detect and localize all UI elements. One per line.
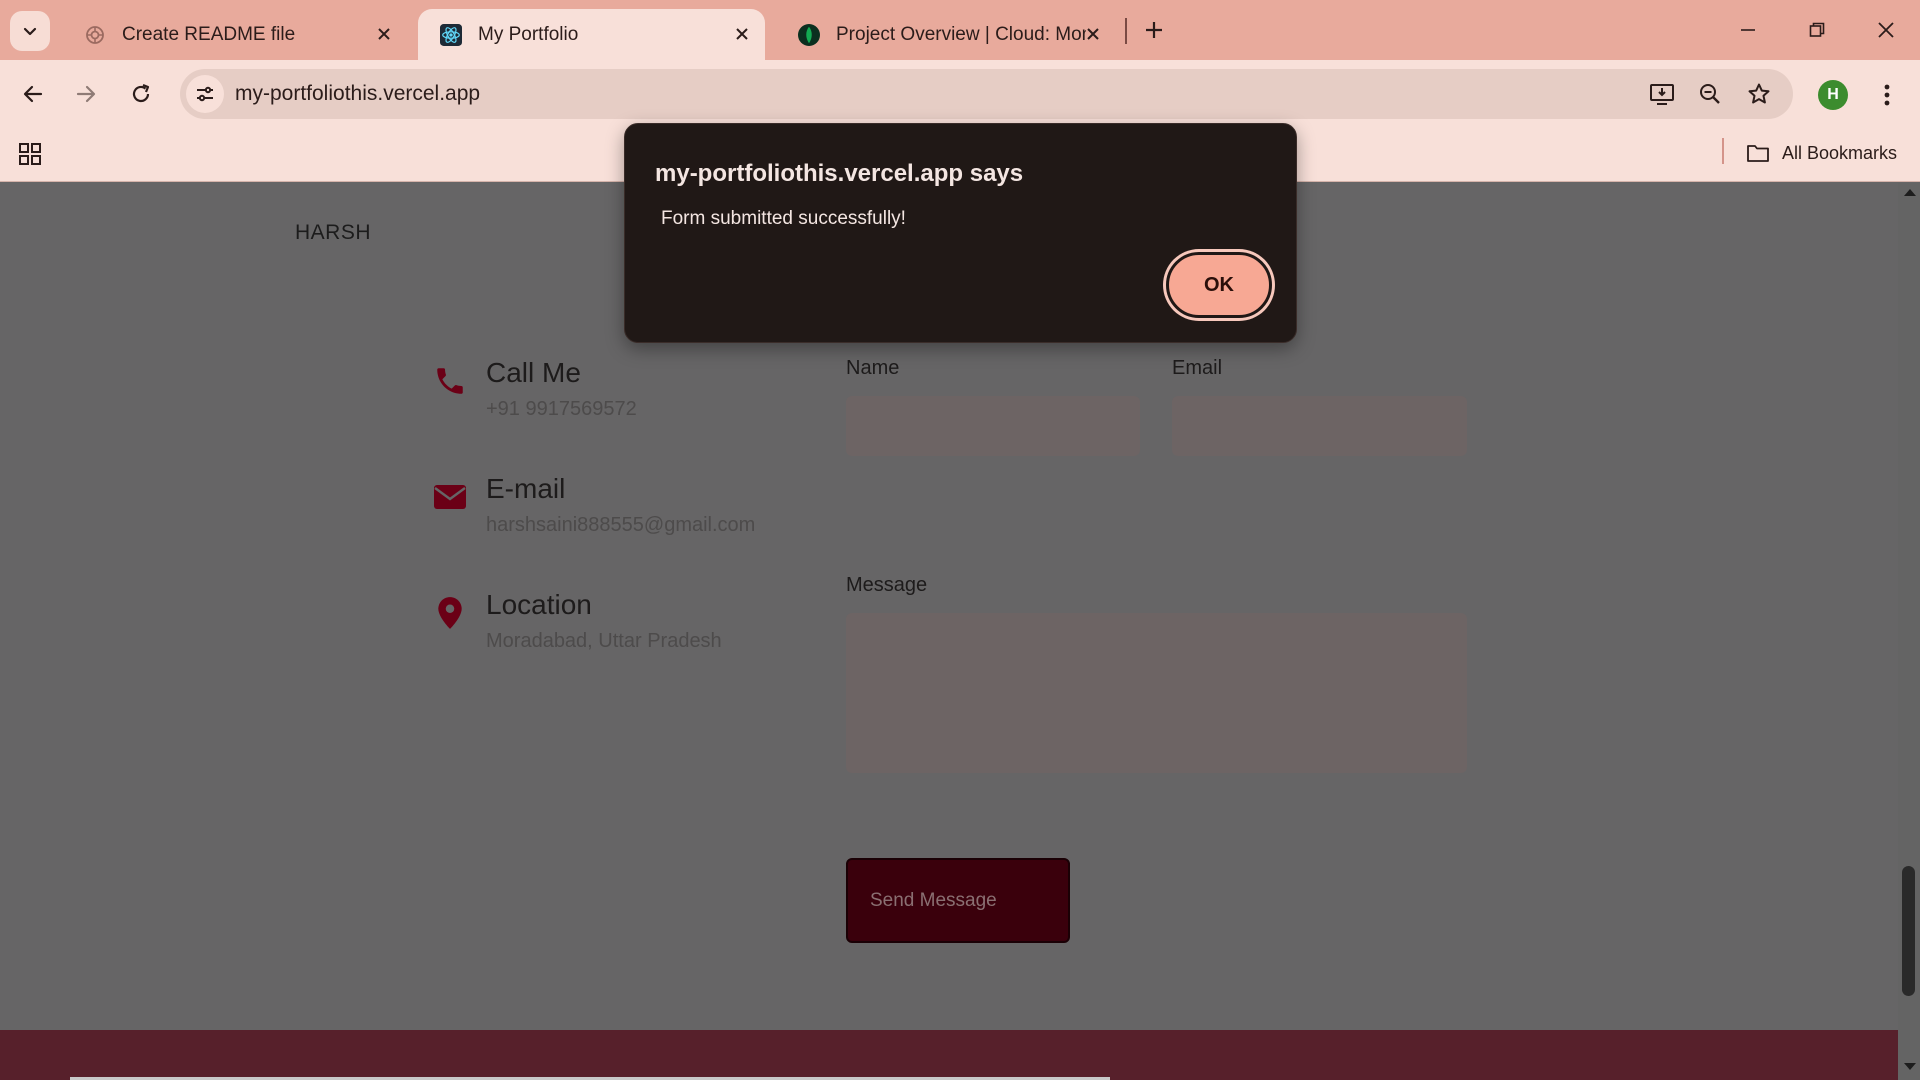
arrow-right-icon bbox=[76, 85, 96, 103]
contact-title: Call Me bbox=[486, 357, 581, 388]
tab-my-portfolio[interactable]: My Portfolio bbox=[418, 9, 765, 60]
contact-title: E-mail bbox=[486, 473, 566, 504]
page-footer bbox=[0, 1030, 1898, 1080]
tab-title: My Portfolio bbox=[478, 23, 579, 45]
alert-ok-button[interactable]: OK bbox=[1166, 252, 1272, 318]
contact-value: Moradabad, Uttar Pradesh bbox=[486, 630, 722, 652]
contact-call: Call Me +91 9917569572 bbox=[432, 357, 637, 421]
all-bookmarks-label: All Bookmarks bbox=[1782, 142, 1898, 163]
apps-grid-icon[interactable] bbox=[16, 140, 44, 168]
contact-value: +91 9917569572 bbox=[486, 398, 637, 420]
plus-icon bbox=[1146, 22, 1162, 38]
name-label: Name bbox=[846, 357, 900, 379]
profile-avatar[interactable]: H bbox=[1818, 80, 1848, 110]
alert-dialog: my-portfoliothis.vercel.app says Form su… bbox=[624, 123, 1297, 343]
location-pin-icon bbox=[432, 595, 468, 631]
folder-icon bbox=[1746, 143, 1770, 163]
email-label: Email bbox=[1172, 357, 1223, 379]
bookmarks-separator bbox=[1722, 138, 1724, 164]
address-bar[interactable]: my-portfoliothis.vercel.app bbox=[180, 69, 1793, 119]
openai-icon bbox=[84, 24, 106, 46]
contact-value: harshsaini888555@gmail.com bbox=[486, 514, 756, 536]
forward-button[interactable] bbox=[66, 74, 106, 114]
tab-create-readme[interactable]: Create README file bbox=[62, 9, 407, 60]
bookmark-star-button[interactable] bbox=[1743, 78, 1775, 110]
scroll-up-arrow-icon[interactable] bbox=[1904, 189, 1916, 196]
all-bookmarks-button[interactable]: All Bookmarks bbox=[1746, 138, 1897, 168]
zoom-out-icon bbox=[1700, 84, 1720, 104]
browser-menu-button[interactable] bbox=[1872, 77, 1902, 113]
url-text: my-portfoliothis.vercel.app bbox=[235, 82, 481, 105]
mongodb-leaf-icon bbox=[798, 23, 820, 46]
scroll-down-arrow-icon[interactable] bbox=[1904, 1063, 1916, 1070]
envelope-icon bbox=[432, 479, 468, 515]
send-message-button[interactable]: Send Message bbox=[846, 858, 1070, 943]
install-app-button[interactable] bbox=[1646, 78, 1678, 110]
chevron-down-icon bbox=[23, 27, 37, 36]
page-scrollbar[interactable] bbox=[1898, 183, 1920, 1080]
new-tab-button[interactable] bbox=[1138, 14, 1170, 46]
tab-title: Project Overview | Cloud: Mong bbox=[836, 23, 1086, 45]
tab-strip: Create README file My Portfolio Project … bbox=[0, 0, 1920, 60]
reload-icon bbox=[132, 83, 150, 103]
reload-button[interactable] bbox=[121, 74, 161, 114]
react-logo-icon bbox=[440, 23, 462, 46]
browser-toolbar: my-portfoliothis.vercel.app H bbox=[0, 60, 1920, 128]
tab-title: Create README file bbox=[122, 23, 296, 45]
close-tab-icon[interactable] bbox=[373, 23, 395, 45]
message-textarea[interactable] bbox=[846, 613, 1467, 773]
site-brand[interactable]: HARSH bbox=[295, 221, 371, 245]
minimize-icon bbox=[1741, 29, 1755, 31]
message-label: Message bbox=[846, 574, 928, 596]
restore-icon bbox=[1809, 22, 1825, 37]
minimize-button[interactable] bbox=[1727, 10, 1769, 50]
alert-message: Form submitted successfully! bbox=[661, 208, 906, 229]
name-input[interactable] bbox=[846, 396, 1140, 456]
close-tab-icon[interactable] bbox=[731, 23, 753, 45]
scrollbar-thumb[interactable] bbox=[1902, 866, 1915, 996]
email-input[interactable] bbox=[1172, 396, 1467, 456]
star-icon bbox=[1748, 83, 1770, 104]
tune-icon bbox=[197, 86, 213, 102]
install-icon bbox=[1650, 84, 1674, 105]
more-vert-icon bbox=[1884, 84, 1890, 106]
tab-separator bbox=[1125, 18, 1127, 44]
alert-title: my-portfoliothis.vercel.app says bbox=[655, 160, 1024, 187]
tab-search-button[interactable] bbox=[10, 11, 50, 51]
zoom-button[interactable] bbox=[1694, 78, 1726, 110]
contact-title: Location bbox=[486, 589, 592, 620]
close-icon bbox=[1878, 22, 1894, 38]
contact-email: E-mail harshsaini888555@gmail.com bbox=[432, 473, 755, 537]
site-info-button[interactable] bbox=[186, 75, 224, 113]
restore-button[interactable] bbox=[1796, 10, 1838, 50]
back-button[interactable] bbox=[13, 74, 53, 114]
arrow-left-icon bbox=[23, 85, 43, 103]
contact-location: Location Moradabad, Uttar Pradesh bbox=[432, 589, 722, 653]
close-window-button[interactable] bbox=[1865, 10, 1907, 50]
phone-icon bbox=[432, 363, 468, 399]
tab-project-overview[interactable]: Project Overview | Cloud: Mong bbox=[776, 9, 1116, 60]
close-tab-icon[interactable] bbox=[1082, 23, 1104, 45]
